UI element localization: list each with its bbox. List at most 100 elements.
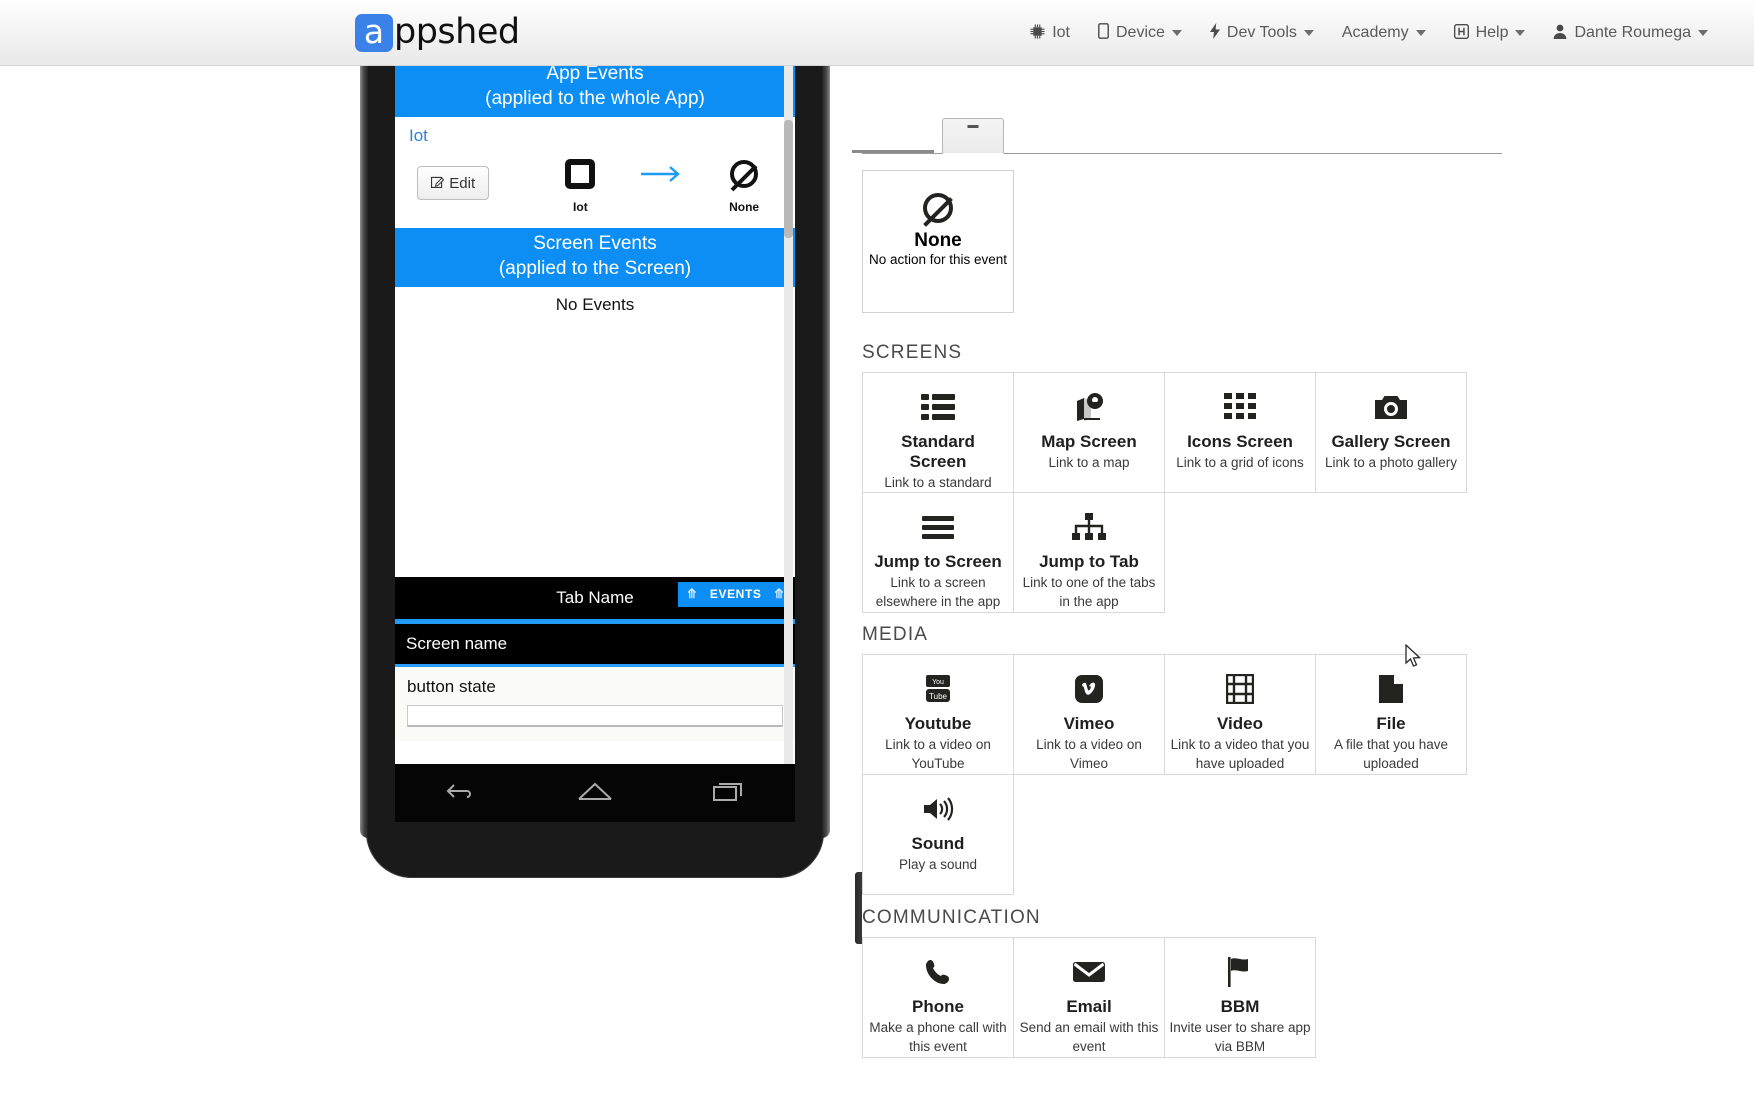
card-description: A file that you have uploaded [1333, 737, 1449, 771]
events-toggle-button[interactable]: ⤊ EVENTS ⤊ [678, 582, 793, 607]
card-title: Jump to Tab [1039, 552, 1139, 571]
event-arrow [621, 152, 703, 214]
chevron-down-icon [1171, 30, 1182, 36]
group-screens: SCREENS Standard Screen Link to a standa… [862, 342, 1502, 613]
nav-item-help[interactable]: Help [1440, 0, 1540, 66]
action-card-map-screen[interactable]: Map Screen Link to a map [1013, 372, 1165, 493]
action-card-vimeo[interactable]: Vimeo Link to a video on Vimeo [1013, 654, 1165, 775]
card-title: Video [1217, 714, 1263, 733]
ban-icon [923, 193, 953, 223]
card-title: Email [1066, 997, 1112, 1016]
card-description: Link to a video on YouTube [885, 737, 991, 771]
card-description: Link to one of the tabs in the app [1022, 575, 1156, 609]
top-navigation-bar: a ppshed Iot Device Dev Tools Academy He… [0, 0, 1754, 66]
tab-inactive[interactable] [852, 134, 934, 153]
card-description: Link to a screen elsewhere in the app [875, 575, 1001, 609]
nav-item-dev-tools[interactable]: Dev Tools [1196, 0, 1328, 66]
appshed-logo[interactable]: a ppshed [355, 10, 520, 56]
action-card-jump-to-tab[interactable]: Jump to Tab Link to one of the tabs in t… [1013, 492, 1165, 613]
action-card-gallery-screen[interactable]: Gallery Screen Link to a photo gallery [1315, 372, 1467, 493]
card-description: Link to a map [1048, 455, 1130, 470]
tab-active-marker [967, 125, 979, 128]
recent-apps-icon[interactable] [712, 780, 746, 807]
grid-icon [1224, 387, 1256, 427]
screen-events-title: Screen Events [533, 233, 657, 254]
nav-label: Help [1475, 24, 1509, 41]
action-card-video[interactable]: Video Link to a video that you have uplo… [1164, 654, 1316, 775]
event-action[interactable]: None [703, 152, 785, 214]
home-icon[interactable] [575, 780, 615, 807]
panel-tab-strip [852, 118, 1502, 154]
app-events-header: App Events (applied to the whole App) [395, 58, 795, 117]
nav-item-user-account[interactable]: Dante Roumega [1539, 0, 1722, 66]
button-state-label: button state [407, 677, 496, 696]
nav-label: Device [1116, 24, 1165, 41]
chevron-down-icon [1515, 30, 1526, 36]
chevron-up-icon: ⤊ [686, 586, 698, 601]
screen-empty-area [395, 315, 795, 577]
tab-active[interactable] [942, 118, 1004, 154]
card-description: Make a phone call with this event [869, 1020, 1007, 1054]
phone-scrollbar[interactable] [784, 58, 793, 764]
app-events-subtitle: (applied to the whole App) [485, 88, 705, 109]
card-title: Standard Screen [901, 432, 975, 471]
card-description: Link to a standard [884, 475, 992, 490]
chevron-down-icon [1415, 30, 1426, 36]
nav-item-iot[interactable]: Iot [1016, 0, 1084, 66]
selected-action-card-none[interactable]: None No action for this event [862, 170, 1014, 313]
bolt-icon [1209, 23, 1220, 43]
group-communication: COMMUNICATION Phone Make a phone call wi… [862, 907, 1502, 1058]
scrollbar-thumb[interactable] [784, 120, 793, 238]
map-marker-icon [1073, 387, 1105, 427]
action-card-sound[interactable]: Sound Play a sound [862, 774, 1014, 895]
action-card-youtube[interactable]: You Tube Youtube Link to a video on YouTu… [862, 654, 1014, 775]
envelope-icon [1073, 952, 1105, 992]
list-icon [921, 387, 955, 427]
action-card-jump-to-screen[interactable]: Jump to Screen Link to a screen elsewher… [862, 492, 1014, 613]
app-events-body: Iot Edit Iot None [395, 117, 795, 228]
nav-item-device[interactable]: Device [1084, 0, 1196, 66]
action-card-icons-screen[interactable]: Icons Screen Link to a grid of icons [1164, 372, 1316, 493]
card-title: BBM [1220, 997, 1260, 1016]
actions-panel: None No action for this event SCREENS St… [852, 118, 1502, 1097]
event-action-label: None [729, 200, 760, 214]
film-icon [1226, 669, 1254, 709]
card-title: File [1376, 714, 1406, 733]
phone-icon [924, 952, 952, 992]
event-trigger[interactable]: Iot [539, 152, 621, 214]
edit-button[interactable]: Edit [417, 166, 490, 200]
card-title: Phone [912, 997, 964, 1016]
card-grid: Phone Make a phone call with this event … [862, 937, 1502, 1058]
events-button-label: EVENTS [709, 587, 762, 601]
pencil-icon [431, 175, 445, 191]
card-description: Send an email with this event [1019, 1020, 1159, 1054]
group-media: MEDIA You Tube Youtube Link to a video on… [862, 624, 1502, 895]
chevron-down-icon [1698, 30, 1708, 36]
action-card-bbm[interactable]: BBM Invite user to share app via BBM [1164, 937, 1316, 1058]
event-name: Iot [409, 126, 428, 145]
action-card-standard-screen[interactable]: Standard Screen Link to a standard [862, 372, 1014, 493]
nav-item-academy[interactable]: Academy [1328, 0, 1440, 66]
chevron-down-icon [1303, 30, 1314, 36]
button-state-input[interactable] [407, 705, 783, 727]
card-title: Vimeo [1063, 714, 1115, 733]
event-trigger-label: Iot [573, 200, 588, 214]
camera-icon [1374, 387, 1408, 427]
file-icon [1378, 669, 1404, 709]
action-card-phone[interactable]: Phone Make a phone call with this event [862, 937, 1014, 1058]
screen-events-header: Screen Events (applied to the Screen) [395, 228, 795, 287]
action-card-email[interactable]: Email Send an email with this event [1013, 937, 1165, 1058]
vimeo-icon [1075, 669, 1103, 709]
card-grid: You Tube Youtube Link to a video on YouTu… [862, 654, 1502, 895]
action-card-file[interactable]: File A file that you have uploaded [1315, 654, 1467, 775]
card-description: Invite user to share app via BBM [1169, 1020, 1311, 1054]
editor-stage: App Events (applied to the whole App) Io… [0, 58, 1754, 1097]
user-icon [1553, 24, 1567, 43]
mobile-icon [1098, 23, 1109, 43]
nav-menu: Iot Device Dev Tools Academy Help Dante … [1016, 0, 1722, 66]
back-icon[interactable] [444, 780, 478, 807]
tab-bar: Tab Name ⤊ EVENTS ⤊ [395, 577, 795, 619]
card-title: Youtube [904, 714, 972, 733]
logo-letter: a [363, 11, 385, 51]
bars-icon [922, 507, 954, 547]
